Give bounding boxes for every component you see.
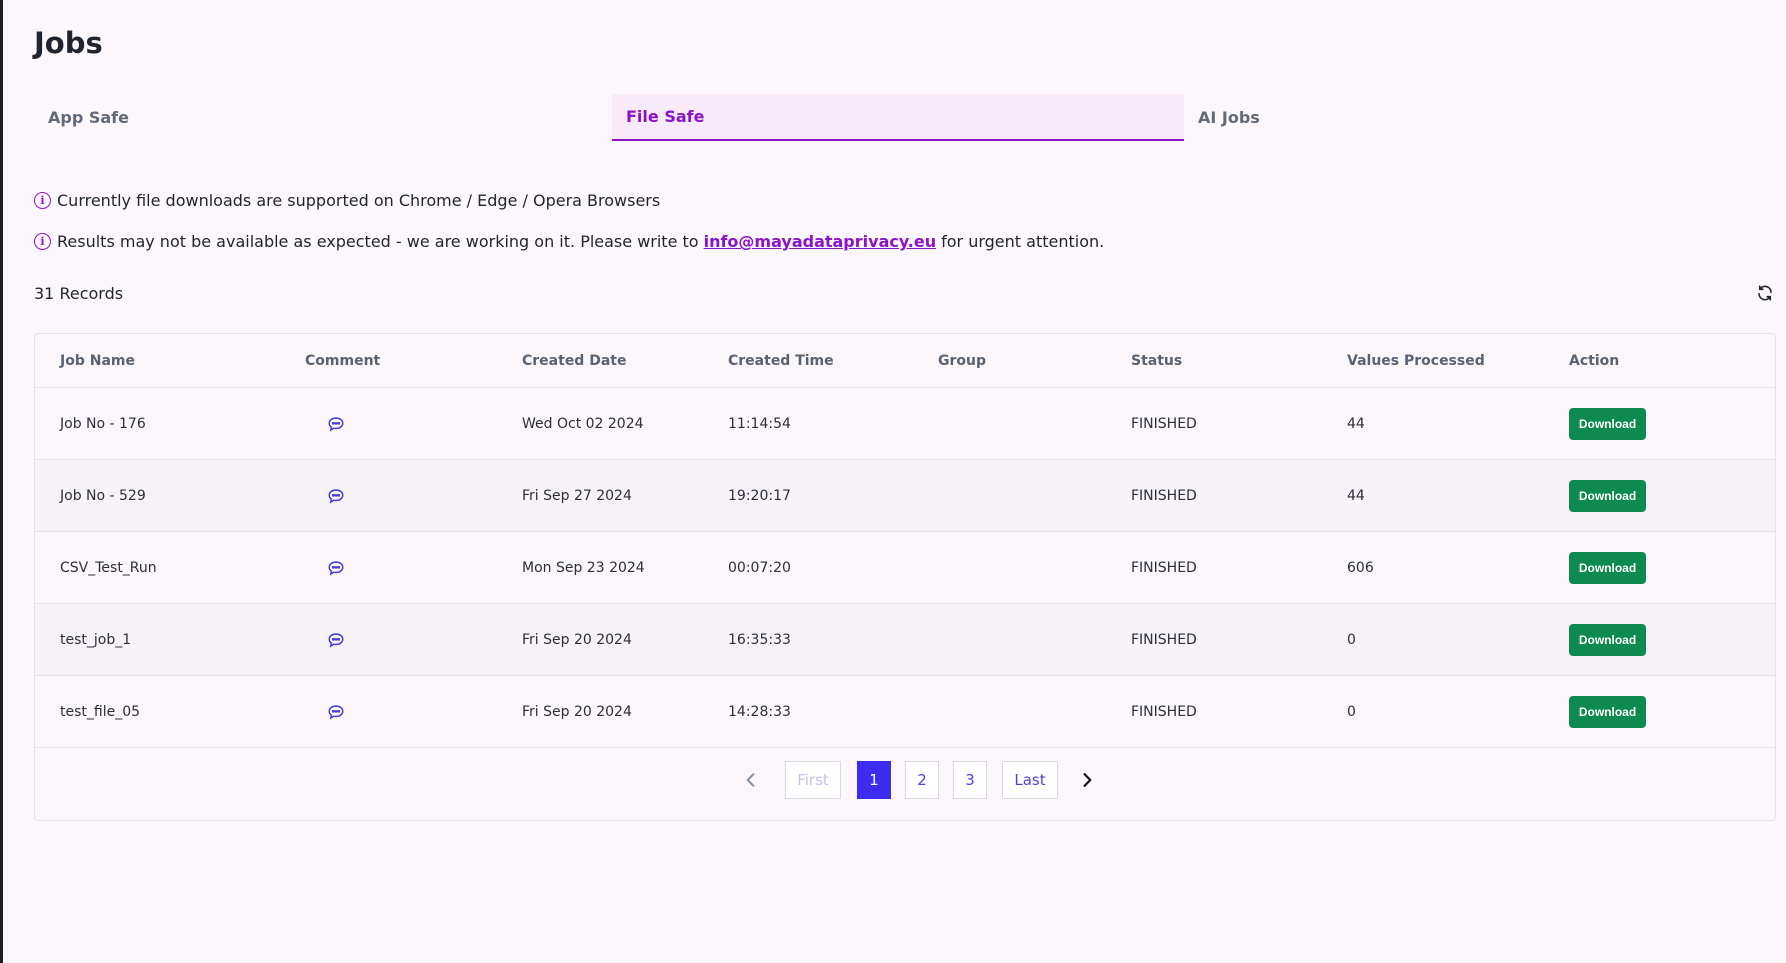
header-action: Action [1569,353,1620,369]
tab-file-safe[interactable]: File Safe [612,94,1184,141]
status: FINISHED [1131,416,1197,432]
job-name: Job No - 529 [60,488,146,504]
refresh-icon[interactable] [1756,284,1774,302]
download-button[interactable]: Download [1569,552,1646,584]
created-time: 16:35:33 [728,632,791,648]
table-row: test_file_05 Fri Sep 20 2024 14:28:33 FI… [35,676,1775,748]
tab-ai-jobs[interactable]: AI Jobs [1184,94,1584,141]
page-button-3[interactable]: 3 [953,761,987,799]
table-row: test_job_1 Fri Sep 20 2024 16:35:33 FINI… [35,604,1775,676]
header-created-date: Created Date [522,353,627,369]
browser-support-text: Currently file downloads are supported o… [57,191,661,210]
created-time: 19:20:17 [728,488,791,504]
info-circle-icon: i [34,192,51,209]
chevron-left-icon[interactable] [741,770,761,790]
tab-app-safe[interactable]: App Safe [34,94,536,141]
header-values-processed: Values Processed [1347,353,1485,369]
job-name: Job No - 176 [60,416,146,432]
info-circle-icon: i [34,233,51,250]
download-button[interactable]: Download [1569,480,1646,512]
availability-notice: i Results may not be available as expect… [34,232,1104,251]
created-date: Wed Oct 02 2024 [522,416,644,432]
availability-text-prefix: Results may not be available as expected… [57,232,699,251]
page-button-1[interactable]: 1 [857,761,891,799]
created-time: 14:28:33 [728,704,791,720]
comment-bubble-icon[interactable] [327,559,345,577]
header-created-time: Created Time [728,353,834,369]
table-row: Job No - 529 Fri Sep 27 2024 19:20:17 FI… [35,460,1775,532]
created-date: Fri Sep 20 2024 [522,704,632,720]
chevron-right-icon[interactable] [1077,770,1097,790]
status: FINISHED [1131,704,1197,720]
table-row: CSV_Test_Run Mon Sep 23 2024 00:07:20 FI… [35,532,1775,604]
created-date: Fri Sep 20 2024 [522,632,632,648]
header-status: Status [1131,353,1183,369]
page-last-button[interactable]: Last [1002,761,1058,799]
page-first-button[interactable]: First [785,761,841,799]
created-time: 11:14:54 [728,416,791,432]
browser-support-notice: i Currently file downloads are supported… [34,191,660,210]
records-count: 31 Records [34,284,124,303]
window-left-edge [0,0,3,963]
support-email-link[interactable]: info@mayadataprivacy.eu [704,232,937,251]
comment-bubble-icon[interactable] [327,703,345,721]
values-processed: 44 [1347,488,1365,504]
download-button[interactable]: Download [1569,624,1646,656]
header-group: Group [938,353,987,369]
values-processed: 606 [1347,560,1374,576]
job-name: test_job_1 [60,632,132,648]
created-date: Fri Sep 27 2024 [522,488,632,504]
status: FINISHED [1131,488,1197,504]
status: FINISHED [1131,632,1197,648]
values-processed: 0 [1347,704,1356,720]
tab-app-safe-label: App Safe [48,108,129,127]
job-name: CSV_Test_Run [60,560,157,576]
created-date: Mon Sep 23 2024 [522,560,645,576]
download-button[interactable]: Download [1569,408,1646,440]
comment-bubble-icon[interactable] [327,487,345,505]
table-row: Job No - 176 Wed Oct 02 2024 11:14:54 FI… [35,388,1775,460]
tab-file-safe-label: File Safe [626,107,705,126]
pagination: First 1 2 3 Last [35,761,1775,799]
availability-text-suffix: for urgent attention. [941,232,1105,251]
jobs-table: Job Name Comment Created Date Created Ti… [34,333,1776,821]
job-name: test_file_05 [60,704,141,720]
created-time: 00:07:20 [728,560,791,576]
comment-bubble-icon[interactable] [327,415,345,433]
table-header: Job Name Comment Created Date Created Ti… [35,334,1775,388]
values-processed: 0 [1347,632,1356,648]
header-comment: Comment [305,353,381,369]
values-processed: 44 [1347,416,1365,432]
comment-bubble-icon[interactable] [327,631,345,649]
status: FINISHED [1131,560,1197,576]
page-button-2[interactable]: 2 [905,761,939,799]
header-job-name: Job Name [60,353,135,369]
job-type-tabs: App Safe File Safe AI Jobs [34,94,1774,142]
page-title: Jobs [34,26,103,60]
download-button[interactable]: Download [1569,696,1646,728]
tab-ai-jobs-label: AI Jobs [1198,108,1260,127]
